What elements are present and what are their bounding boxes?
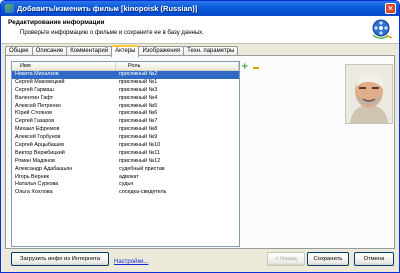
actor-role: присяжный №12 xyxy=(119,157,161,164)
settings-link[interactable]: Настройки... xyxy=(114,259,148,265)
list-item[interactable]: Валентин Гафт присяжный №4 xyxy=(12,95,239,103)
list-item[interactable]: Михаил Ефремов присяжный №8 xyxy=(12,126,239,134)
tab-actors[interactable]: Актеры xyxy=(111,45,140,57)
actor-role: присяжный №1 xyxy=(119,78,158,85)
actor-name: Валентин Гафт xyxy=(15,94,54,101)
actor-name: Александр Адабашьян xyxy=(15,165,73,172)
page-title: Редактирование информации xyxy=(8,19,105,26)
actor-role: присяжный №11 xyxy=(119,149,160,156)
header-area: Редактирование информации Проверьте инфо… xyxy=(1,16,399,44)
list-item[interactable]: Сергей Маковецкий присяжный №1 xyxy=(12,79,239,87)
list-item[interactable]: Наталья Суркова судья xyxy=(12,181,239,189)
close-button[interactable]: ✕ xyxy=(385,3,396,14)
actor-name: Сергей Газаров xyxy=(15,118,55,125)
list-item[interactable]: Александр Адабашьян судебный пристав xyxy=(12,166,239,174)
actor-name: Сергей Арцыбашев xyxy=(15,142,64,149)
actor-name: Сергей Гармаш xyxy=(15,86,54,93)
actor-name: Наталья Суркова xyxy=(15,181,59,188)
save-button[interactable]: Сохранить xyxy=(307,252,349,266)
page-subtitle: Проверьте информацию о фильме и сохранит… xyxy=(20,30,204,36)
load-from-internet-button[interactable]: Загрузить инфо из Интернета xyxy=(11,252,109,266)
actor-role: адвокат xyxy=(119,173,139,180)
list-item[interactable]: Сергей Гармаш присяжный №3 xyxy=(12,87,239,95)
column-header-name[interactable]: Имя xyxy=(12,62,116,70)
actor-role: соседка-свидетель xyxy=(119,189,167,196)
dialog-window: Добавить/изменить фильм [kinopoisk (Russ… xyxy=(0,0,400,273)
actor-name: Сергей Маковецкий xyxy=(15,78,65,85)
title-bar[interactable]: Добавить/изменить фильм [kinopoisk (Russ… xyxy=(1,1,399,16)
column-header-role[interactable]: Роль xyxy=(116,62,239,70)
actor-role: присяжный №2 xyxy=(119,71,158,77)
list-header: Имя Роль xyxy=(12,62,239,71)
actor-role: присяжный №4 xyxy=(119,94,158,101)
list-item[interactable]: Ольга Хохлова соседка-свидетель xyxy=(12,189,239,197)
actor-role: присяжный №8 xyxy=(119,126,158,133)
actor-role: присяжный №9 xyxy=(119,134,158,141)
plus-icon[interactable]: + xyxy=(241,63,249,72)
window-title: Добавить/изменить фильм [kinopoisk (Russ… xyxy=(17,4,198,13)
cancel-button[interactable]: Отмена xyxy=(354,252,394,266)
actor-name: Роман Мадянов xyxy=(15,157,55,164)
list-item[interactable]: Сергей Арцыбашев присяжный №10 xyxy=(12,142,239,150)
list-item[interactable]: Виктор Вержбицкий присяжный №11 xyxy=(12,150,239,158)
minus-icon[interactable] xyxy=(253,67,259,69)
actor-name: Игорь Верник xyxy=(15,173,49,180)
actor-name: Никита Михалков xyxy=(15,71,59,77)
list-item[interactable]: Никита Михалков присяжный №2 xyxy=(12,71,239,79)
list-item[interactable]: Роман Мадянов присяжный №12 xyxy=(12,158,239,166)
actor-role: присяжный №3 xyxy=(119,86,158,93)
actor-name: Алексей Горбунов xyxy=(15,134,61,141)
film-reel-icon xyxy=(372,19,392,39)
actor-role: судья xyxy=(119,181,134,188)
list-rows: Никита Михалков присяжный №2 Сергей Макове… xyxy=(12,71,239,197)
actor-name: Михаил Ефремов xyxy=(15,126,60,133)
actor-name: Виктор Вержбицкий xyxy=(15,149,65,156)
actor-photo xyxy=(345,64,393,124)
app-icon xyxy=(5,4,14,13)
list-item[interactable]: Алексей Горбунов присяжный №9 xyxy=(12,134,239,142)
actors-list[interactable]: Имя Роль Никита Михалков присяжный №2 Серг… xyxy=(11,61,240,247)
actor-name: Ольга Хохлова xyxy=(15,189,53,196)
actor-role: присяжный №10 xyxy=(119,142,161,149)
list-item[interactable]: Игорь Верник адвокат xyxy=(12,174,239,182)
actor-role: судебный пристав xyxy=(119,165,165,172)
back-button[interactable]: < Назад xyxy=(267,252,305,266)
actors-panel: Имя Роль Никита Михалков присяжный №2 Серг… xyxy=(5,55,395,249)
